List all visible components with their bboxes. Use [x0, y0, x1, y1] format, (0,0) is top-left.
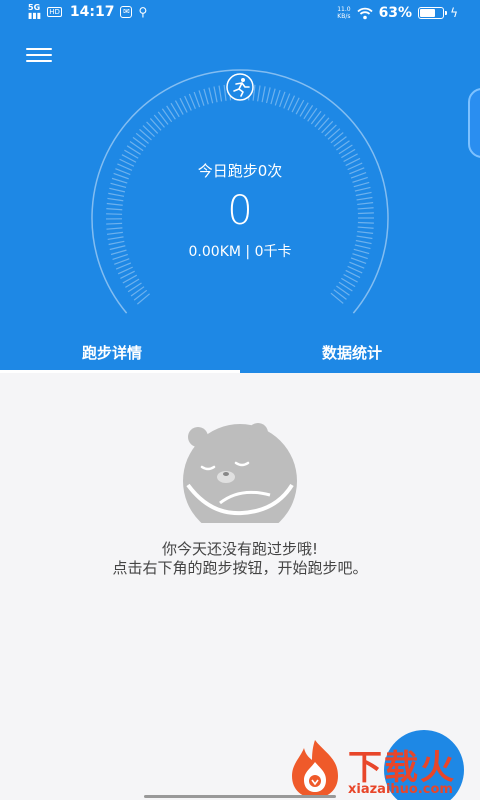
gauge-tick	[279, 91, 286, 108]
gauge-tick	[257, 85, 261, 102]
gauge-tick	[321, 120, 334, 134]
gauge-tick	[314, 114, 326, 128]
gauge-tick	[213, 86, 218, 103]
gauge-tick	[115, 262, 132, 270]
wifi-icon	[356, 7, 373, 19]
gauge-tick	[136, 293, 150, 305]
network-label: 5G	[28, 3, 41, 12]
hd-icon: HD	[47, 7, 62, 17]
sleeping-bear-icon	[183, 423, 297, 523]
gauge-tick	[218, 85, 223, 102]
gauge-center: 今日跑步0次 0 0.00KM | 0千卡	[0, 160, 480, 261]
status-left: 5G ▮▮▮ HD 14:17 ✉ ⚲	[28, 3, 148, 21]
gauge-tick	[139, 128, 152, 141]
watermark-url: xiazaihuo.com	[348, 782, 453, 797]
gauge-tick	[270, 88, 276, 105]
tab-run-details[interactable]: 跑步详情	[82, 342, 142, 363]
net-rate: 11.0 KB/s	[337, 6, 350, 20]
battery-icon	[418, 7, 448, 19]
gauge-tick	[193, 91, 201, 108]
battery-fill	[420, 9, 436, 17]
gauge-tick	[327, 128, 341, 140]
gauge-tick	[317, 117, 330, 131]
gauge-tick	[146, 121, 159, 134]
runner-icon	[226, 73, 254, 101]
empty-line-1: 你今天还没有跑过步哦!	[161, 540, 318, 558]
main-number: 0	[227, 188, 253, 234]
gauge-tick	[261, 86, 266, 103]
gauge-tick	[149, 118, 162, 131]
gauge-tick	[274, 89, 281, 106]
usb-icon: ⚲	[138, 5, 148, 19]
tab-data-stats[interactable]: 数据统计	[322, 342, 382, 363]
clock: 14:17	[69, 4, 115, 20]
signal-icon: 5G ▮▮▮	[28, 3, 42, 20]
gauge-tick	[188, 93, 196, 109]
gauge-tick	[330, 292, 344, 304]
gauge-tick	[203, 88, 209, 105]
flame-icon	[292, 740, 338, 798]
gauge-tick	[198, 90, 205, 106]
charging-icon: ϟ	[450, 6, 458, 20]
battery-percent: 63%	[378, 5, 413, 21]
hero-panel: 今日跑步0次 0 0.00KM | 0千卡 跑步详情 数据统计	[0, 28, 480, 373]
notification-icon: ✉	[120, 6, 133, 18]
home-indicator	[144, 795, 336, 798]
gauge-tick	[283, 93, 291, 109]
net-rate-unit: KB/s	[337, 13, 351, 20]
net-rate-value: 11.0	[337, 6, 351, 13]
tab-bar: 跑步详情 数据统计	[0, 338, 480, 373]
empty-message: 你今天还没有跑过步哦! 点击右下角的跑步按钮，开始跑步吧。	[0, 540, 480, 578]
status-bar: 5G ▮▮▮ HD 14:17 ✉ ⚲ 11.0 KB/s 63% ϟ	[0, 0, 480, 28]
gauge-tick	[223, 84, 227, 101]
gauge-tick	[153, 114, 165, 128]
watermark-logo: 下载火 xiazaihuo.com	[282, 738, 472, 800]
gauge-tick	[330, 132, 344, 144]
gauge-tick	[135, 132, 149, 144]
gauge-tick	[142, 125, 155, 138]
status-right: 11.0 KB/s 63% ϟ	[337, 5, 458, 21]
gauge-tick	[208, 87, 214, 104]
gauge-tick	[349, 261, 365, 269]
gauge-tick	[324, 124, 337, 137]
distance-calories: 0.00KM | 0千卡	[188, 244, 292, 260]
empty-line-2: 点击右下角的跑步按钮，开始跑步吧。	[112, 559, 368, 577]
gauge-tick	[265, 87, 271, 104]
today-run-count: 今日跑步0次	[197, 162, 283, 180]
